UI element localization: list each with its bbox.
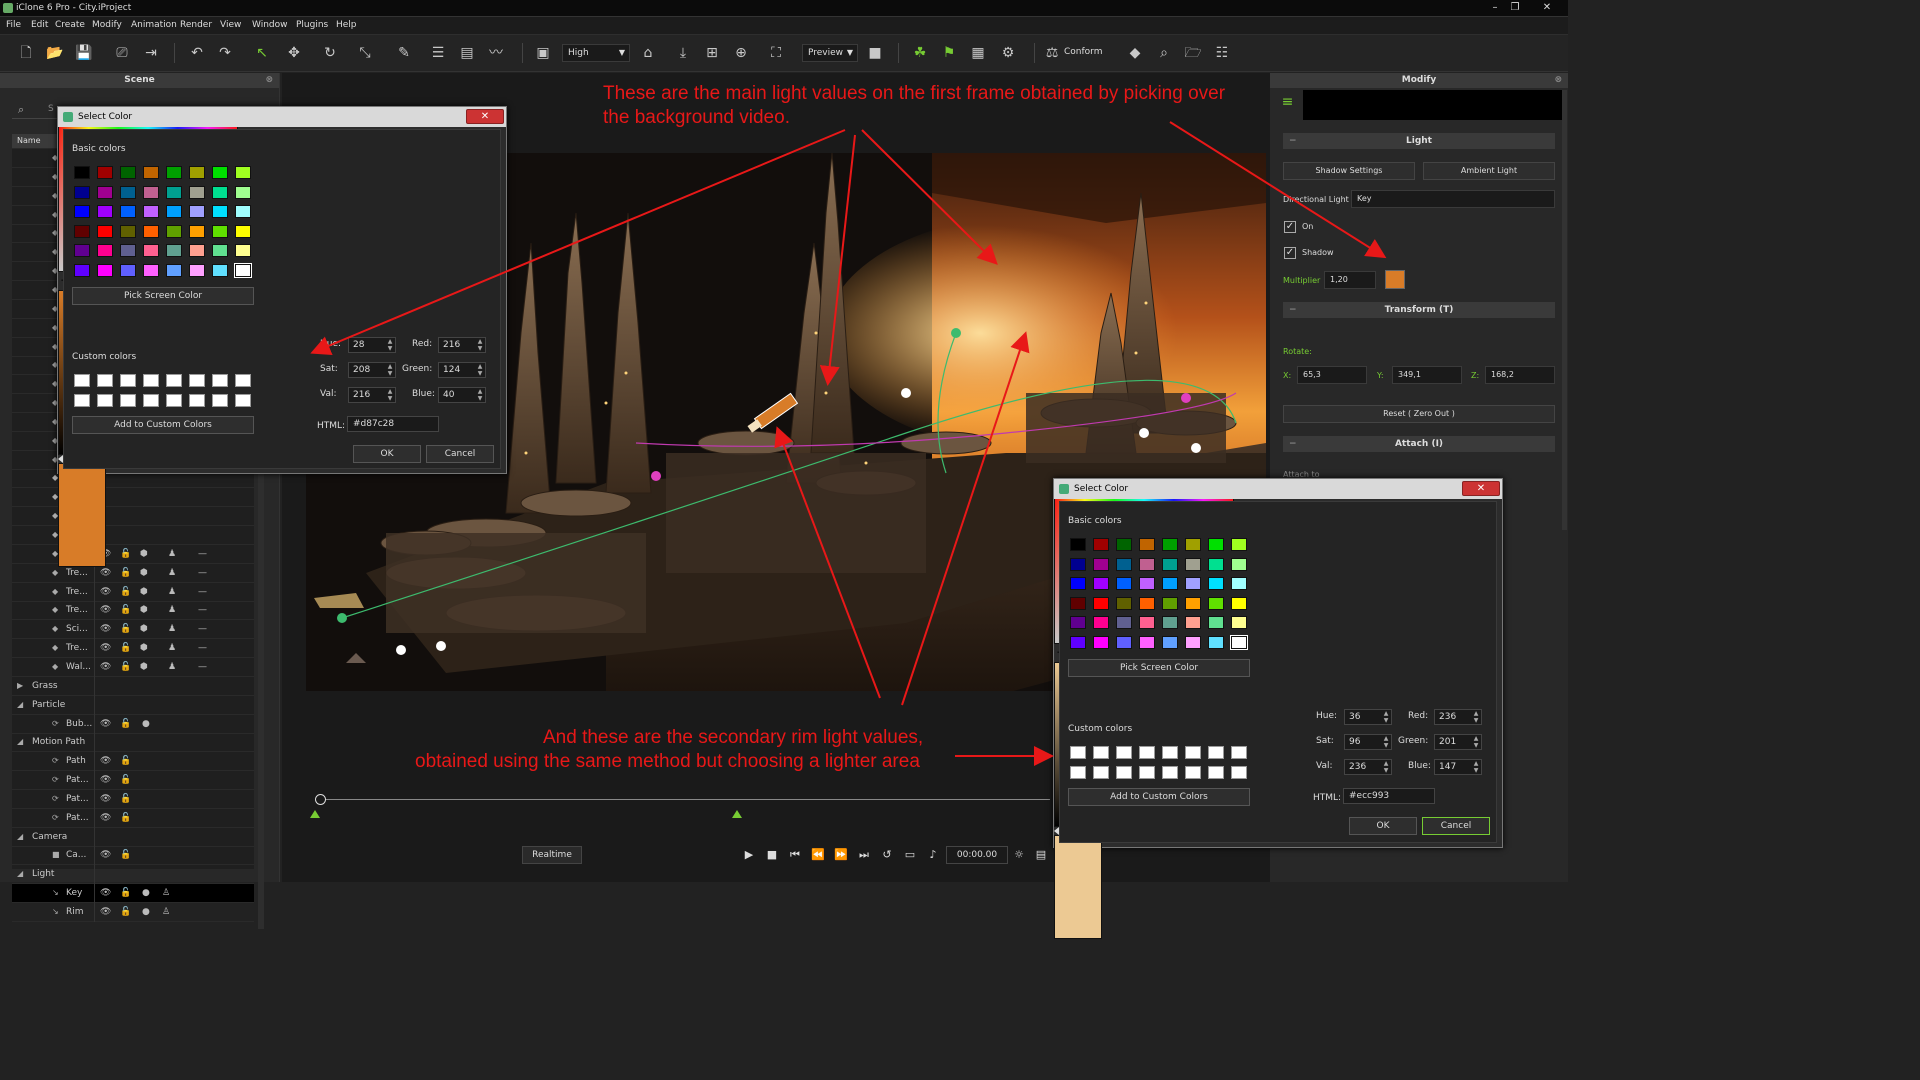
- arrow-to-dialog1: [310, 129, 846, 356]
- dot-icon[interactable]: ●: [142, 903, 150, 921]
- tree-item-label: Rim: [66, 907, 84, 917]
- arrow-to-rim-light: [774, 426, 881, 699]
- annotation-arrows: [310, 121, 1387, 766]
- arrow-to-bright-area: [901, 331, 1030, 706]
- tree-row-light[interactable]: ↘ Key 👁 🔓 ● ♙: [12, 884, 254, 904]
- tree-item-label: Key: [66, 888, 83, 899]
- shadow-icon[interactable]: ♙: [162, 903, 170, 921]
- arrow-to-sky-sample: [861, 129, 998, 265]
- tree-row-light[interactable]: ↘ Rim 👁 🔓 ● ♙: [12, 903, 254, 922]
- column-divider: [94, 884, 95, 904]
- dot-icon[interactable]: ●: [142, 884, 150, 902]
- lock-icon[interactable]: 🔓: [120, 884, 131, 902]
- visibility-eye-icon[interactable]: 👁: [100, 903, 111, 921]
- shadow-icon[interactable]: ♙: [162, 884, 170, 902]
- light-icon: ↘: [52, 907, 59, 916]
- light-icon: ↘: [52, 888, 59, 898]
- arrow-to-color-swatch: [1169, 121, 1387, 259]
- lock-icon[interactable]: 🔓: [120, 903, 131, 921]
- arrow-to-key-light: [819, 134, 856, 386]
- visibility-eye-icon[interactable]: 👁: [100, 884, 111, 902]
- column-divider: [94, 903, 95, 922]
